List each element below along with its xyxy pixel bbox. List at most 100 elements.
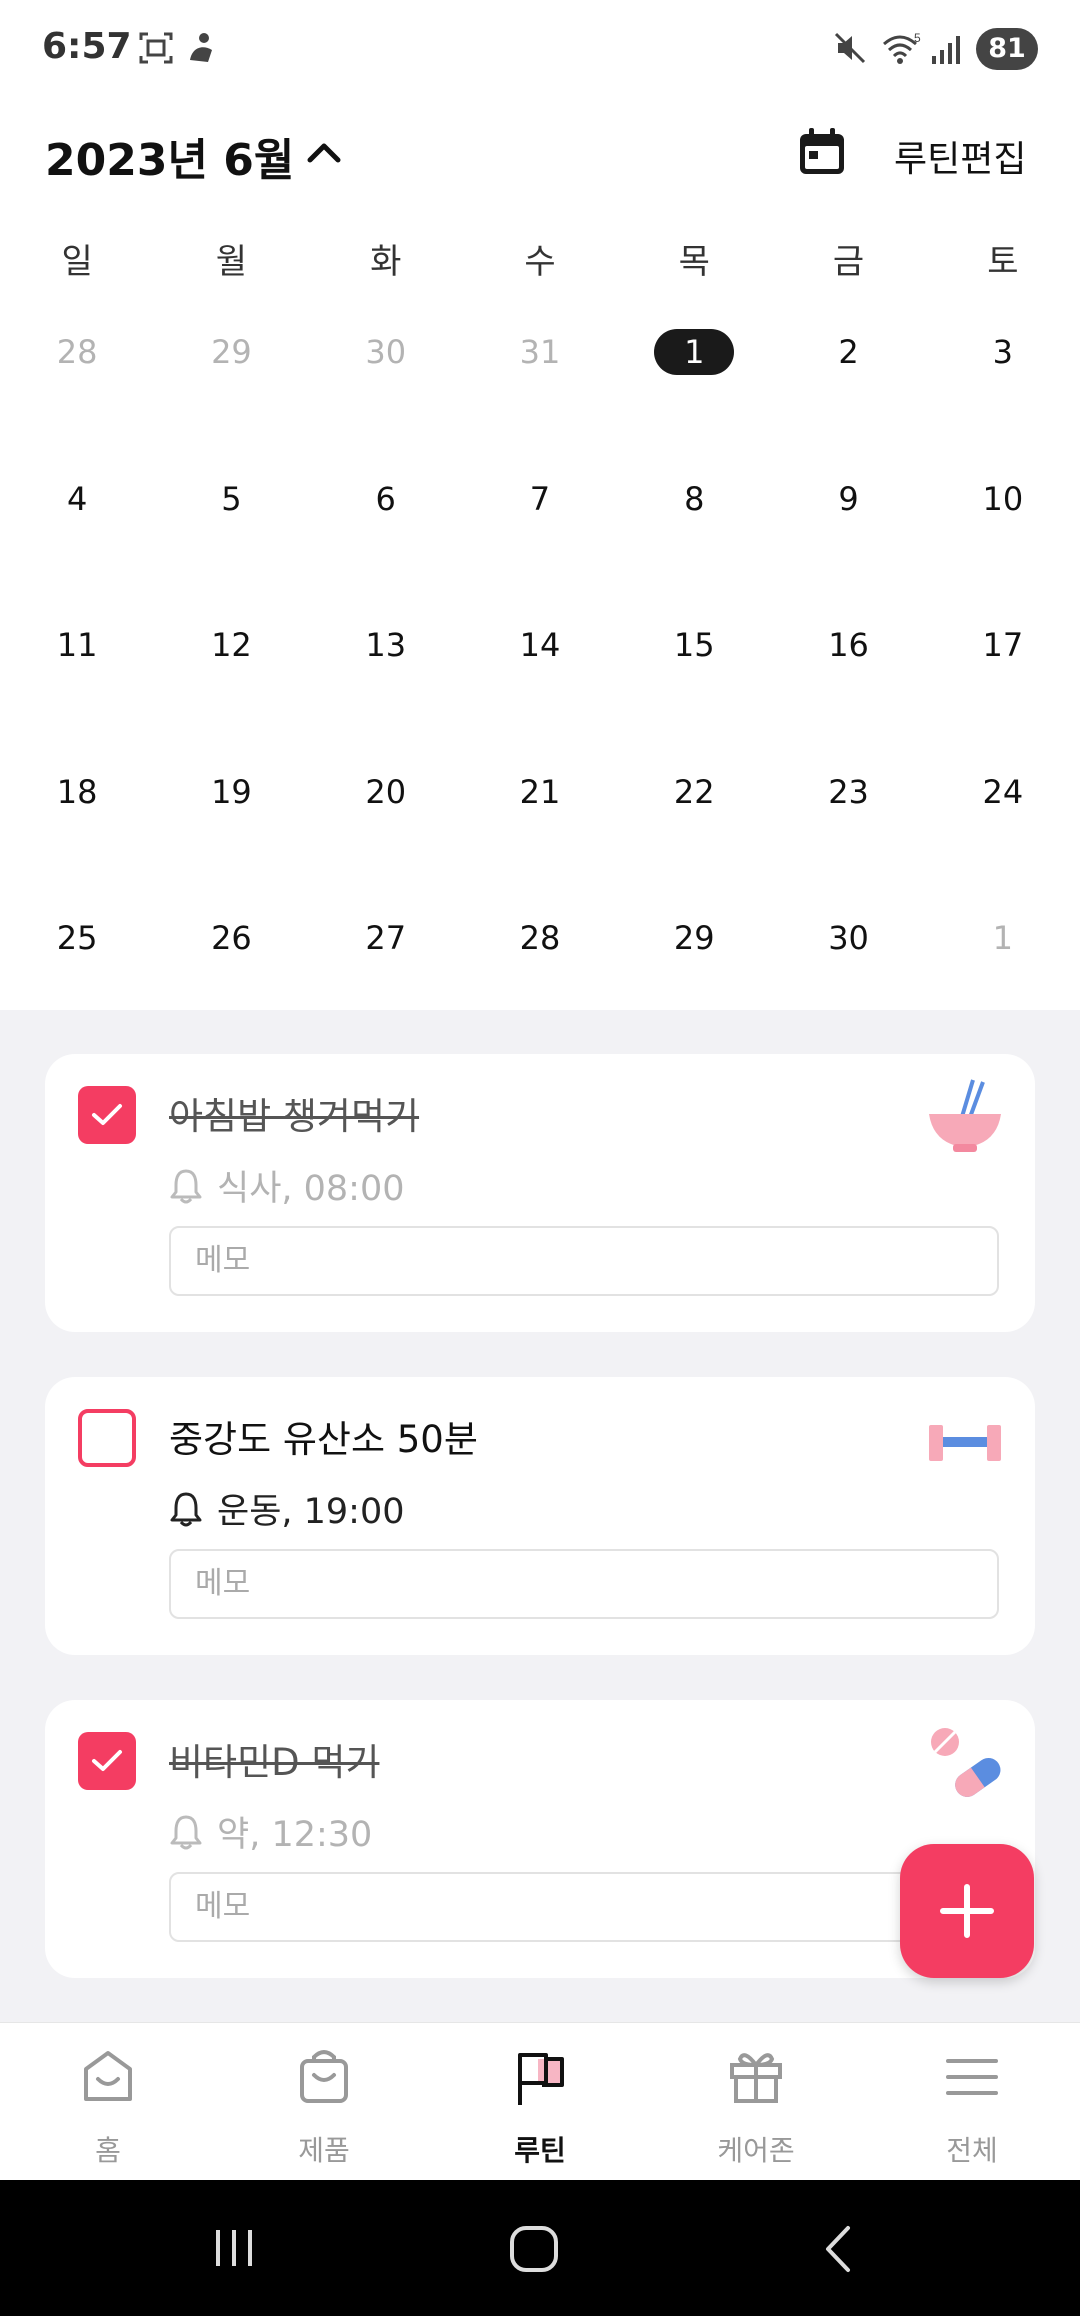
calendar-day[interactable]: 3: [926, 320, 1080, 384]
calendar-day-number: 15: [673, 626, 715, 664]
calendar-day-selected[interactable]: 1: [617, 320, 771, 384]
nav-item-carezone[interactable]: 케어존: [648, 2023, 864, 2181]
calendar-day-number: 2: [838, 333, 859, 371]
calendar-week-row: 25 26 27 28 29 30 1: [0, 906, 1080, 1053]
chevron-up-icon[interactable]: [304, 136, 344, 166]
shopping-bag-icon: [300, 2050, 348, 2103]
calendar-day[interactable]: 12: [154, 613, 308, 677]
routine-subtitle-text: 약, 12:30: [217, 1815, 373, 1855]
calendar-day[interactable]: 30: [309, 320, 463, 384]
home-button-icon[interactable]: [508, 2224, 564, 2274]
calendar-day-number: 19: [211, 772, 252, 811]
flag-icon: [518, 2053, 564, 2105]
calendar-icon[interactable]: [794, 124, 850, 180]
calendar-day[interactable]: 14: [463, 613, 617, 677]
calendar-day[interactable]: 15: [617, 613, 771, 677]
check-icon: [92, 1750, 122, 1771]
calendar-day-number: 7: [529, 479, 551, 518]
weekday-header: 일월화수목금토: [0, 234, 1080, 290]
routine-title: 비타민D 먹기: [169, 1741, 380, 1784]
calendar-day[interactable]: 7: [463, 467, 617, 531]
nav-item-home[interactable]: 홈: [0, 2023, 216, 2181]
calendar-day-number: 1: [654, 329, 735, 375]
calendar-day-number: 20: [365, 772, 407, 811]
calendar-day[interactable]: 23: [771, 760, 925, 824]
routine-edit-button[interactable]: 루틴편집: [894, 130, 1026, 182]
routine-title: 중강도 유산소 50분: [169, 1418, 478, 1461]
month-title[interactable]: 2023년 6월: [45, 124, 294, 188]
calendar-week-row: 28 29 30 31 1 2 3: [0, 320, 1080, 467]
calendar-day[interactable]: 22: [617, 760, 771, 824]
recent-apps-icon[interactable]: [210, 2224, 258, 2272]
calendar-day[interactable]: 24: [926, 760, 1080, 824]
memo-input[interactable]: 메모: [169, 1872, 999, 1942]
calendar-day[interactable]: 10: [926, 467, 1080, 531]
calendar-day-number: 30: [365, 333, 407, 371]
weekday-label: 금: [832, 242, 865, 282]
calendar-day[interactable]: 8: [617, 467, 771, 531]
calendar-day[interactable]: 20: [309, 760, 463, 824]
calendar-day[interactable]: 13: [309, 613, 463, 677]
calendar-day[interactable]: 28: [463, 906, 617, 970]
calendar-day-number: 14: [519, 626, 561, 664]
routine-checkbox[interactable]: [78, 1409, 136, 1467]
calendar-day[interactable]: 28: [0, 320, 154, 384]
calendar-day-number: 13: [365, 626, 407, 664]
status-time: 6:57: [42, 26, 132, 67]
calendar-day[interactable]: 30: [771, 906, 925, 970]
calendar-day-number: 22: [673, 772, 715, 811]
calendar-day[interactable]: 18: [0, 760, 154, 824]
calendar-grid: 28 29 30 31 1 2 3 4 5 6 7 8 9 10 11 12 13 14 15 16 17 18 19 20 2…: [0, 320, 1080, 1053]
calendar-day[interactable]: 31: [463, 320, 617, 384]
calendar-day[interactable]: 5: [154, 467, 308, 531]
calendar-day[interactable]: 26: [154, 906, 308, 970]
calendar-day-number: 25: [56, 919, 98, 957]
calendar-day[interactable]: 29: [154, 320, 308, 384]
weekday-label: 화: [370, 242, 402, 282]
calendar-day-number: 28: [56, 333, 98, 371]
nav-item-all[interactable]: 전체: [864, 2023, 1080, 2181]
calendar-day[interactable]: 1: [926, 906, 1080, 970]
dumbbell-icon: [929, 1425, 1001, 1461]
calendar-day[interactable]: 29: [617, 906, 771, 970]
calendar-day[interactable]: 2: [771, 320, 925, 384]
calendar-day-number: 1: [992, 919, 1013, 957]
routine-card[interactable]: 중강도 유산소 50분 운동, 19:00 메모: [45, 1377, 1035, 1655]
nav-item-routine[interactable]: 루틴: [432, 2023, 648, 2181]
memo-input[interactable]: 메모: [169, 1226, 999, 1296]
routine-card[interactable]: 아침밥 챙겨먹기 식사, 08:00 메모: [45, 1054, 1035, 1332]
calendar-day[interactable]: 21: [463, 760, 617, 824]
bell-icon: [170, 1492, 202, 1526]
calendar-day-number: 18: [56, 772, 98, 811]
status-bar: 6:57 5 81: [0, 0, 1080, 100]
menu-icon: [946, 2059, 998, 2095]
routine-checkbox[interactable]: [78, 1086, 136, 1144]
calendar-day[interactable]: 25: [0, 906, 154, 970]
calendar-day-number: 8: [684, 479, 705, 518]
calendar-day-number: 21: [519, 772, 561, 811]
back-icon[interactable]: [818, 2224, 858, 2274]
calendar-day-number: 5: [221, 479, 242, 518]
bell-icon: [170, 1169, 202, 1203]
weekday-label: 월: [215, 242, 248, 282]
memo-input[interactable]: 메모: [169, 1549, 999, 1619]
calendar-day-number: 24: [982, 772, 1024, 811]
calendar-day[interactable]: 16: [771, 613, 925, 677]
calendar-day[interactable]: 6: [309, 467, 463, 531]
routine-checkbox[interactable]: [78, 1732, 136, 1790]
svg-text:5: 5: [914, 31, 921, 45]
routine-subtitle: 식사, 08:00: [169, 1160, 405, 1211]
calendar-day[interactable]: 4: [0, 467, 154, 531]
plus-icon: [940, 1884, 994, 1938]
calendar-day[interactable]: 17: [926, 613, 1080, 677]
calendar-day[interactable]: 27: [309, 906, 463, 970]
calendar-day-number: 9: [838, 479, 859, 518]
calendar-day-number: 11: [56, 626, 98, 664]
calendar-day[interactable]: 9: [771, 467, 925, 531]
calendar-day-number: 6: [375, 479, 396, 518]
calendar-day[interactable]: 11: [0, 613, 154, 677]
routine-card[interactable]: 비타민D 먹기 약, 12:30 메모: [45, 1700, 1035, 1978]
add-routine-button[interactable]: [900, 1844, 1034, 1978]
calendar-day[interactable]: 19: [154, 760, 308, 824]
nav-item-products[interactable]: 제품: [216, 2023, 432, 2181]
